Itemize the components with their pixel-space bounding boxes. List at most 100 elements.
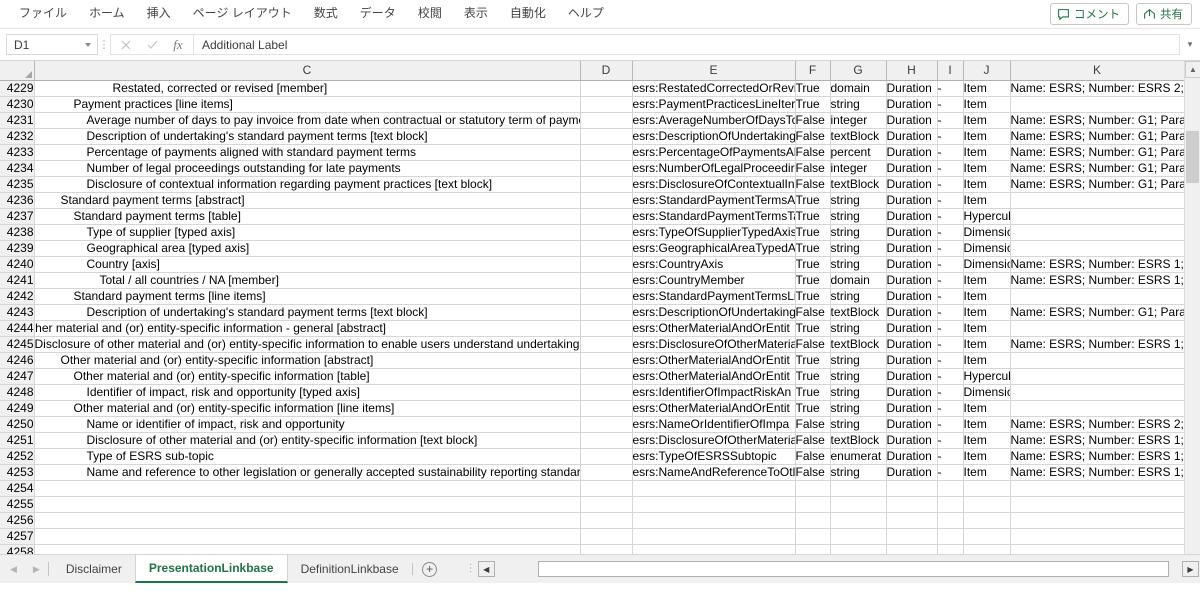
ribbon-tab-page-layout[interactable]: ページ レイアウト [182,1,303,27]
cell-F4257[interactable] [795,528,831,545]
row-header[interactable]: 4246 [0,352,35,369]
cell-G4256[interactable] [830,512,887,529]
row-header[interactable]: 4239 [0,240,35,257]
cell-K4251[interactable]: Name: ESRS; Number: ESRS 1; Par [1010,432,1185,449]
cell-F4230[interactable]: True [795,96,831,113]
cell-C4236[interactable]: Standard payment terms [abstract] [34,192,581,209]
cancel-icon[interactable] [113,35,139,54]
cell-D4229[interactable] [580,80,633,97]
cell-E4249[interactable]: esrs:OtherMaterialAndOrEntit [632,400,796,417]
cell-D4254[interactable] [580,480,633,497]
cell-D4236[interactable] [580,192,633,209]
cell-H4234[interactable]: Duration [886,160,938,177]
cell-H4246[interactable]: Duration [886,352,938,369]
cell-K4248[interactable] [1010,384,1185,401]
chevron-down-icon[interactable] [85,42,91,47]
cell-F4241[interactable]: True [795,272,831,289]
cell-D4251[interactable] [580,432,633,449]
row-header[interactable]: 4241 [0,272,35,289]
cell-E4251[interactable]: esrs:DisclosureOfOtherMateria [632,432,796,449]
cell-E4253[interactable]: esrs:NameAndReferenceToOtl [632,464,796,481]
cell-E4252[interactable]: esrs:TypeOfESRSSubtopic [632,448,796,465]
cell-K4253[interactable]: Name: ESRS; Number: ESRS 1; Par [1010,464,1185,481]
cell-D4231[interactable] [580,112,633,129]
cell-J4250[interactable]: Item [963,416,1011,433]
cell-K4240[interactable]: Name: ESRS; Number: ESRS 1; Par [1010,256,1185,273]
cell-C4231[interactable]: Average number of days to pay invoice fr… [34,112,581,129]
cell-D4241[interactable] [580,272,633,289]
cell-C4230[interactable]: Payment practices [line items] [34,96,581,113]
cell-D4230[interactable] [580,96,633,113]
row-header[interactable]: 4257 [0,528,35,545]
column-header-H[interactable]: H [886,61,938,81]
cell-H4229[interactable]: Duration [886,80,938,97]
cell-H4251[interactable]: Duration [886,432,938,449]
cell-G4255[interactable] [830,496,887,513]
cell-E4246[interactable]: esrs:OtherMaterialAndOrEntit [632,352,796,369]
cell-C4256[interactable] [34,512,581,529]
cell-F4249[interactable]: True [795,400,831,417]
cell-C4247[interactable]: Other material and (or) entity-specific … [34,368,581,385]
cell-K4245[interactable]: Name: ESRS; Number: ESRS 1; Par [1010,336,1185,353]
cell-H4239[interactable]: Duration [886,240,938,257]
cell-H4236[interactable]: Duration [886,192,938,209]
cell-I4258[interactable] [937,544,964,554]
cell-F4238[interactable]: True [795,224,831,241]
cell-F4248[interactable]: True [795,384,831,401]
horizontal-scroll-track[interactable] [495,561,1181,577]
cell-E4256[interactable] [632,512,796,529]
cell-H4245[interactable]: Duration [886,336,938,353]
cell-D4235[interactable] [580,176,633,193]
cell-J4242[interactable]: Item [963,288,1011,305]
row-header[interactable]: 4254 [0,480,35,497]
cell-I4251[interactable]: - [937,432,964,449]
cell-K4249[interactable] [1010,400,1185,417]
cell-F4233[interactable]: False [795,144,831,161]
row-header[interactable]: 4235 [0,176,35,193]
formula-input[interactable]: Additional Label [193,34,1180,55]
cell-C4246[interactable]: Other material and (or) entity-specific … [34,352,581,369]
cell-I4257[interactable] [937,528,964,545]
cell-F4237[interactable]: True [795,208,831,225]
cell-J4249[interactable]: Item [963,400,1011,417]
cell-D4253[interactable] [580,464,633,481]
row-header[interactable]: 4256 [0,512,35,529]
cell-F4240[interactable]: True [795,256,831,273]
cell-H4235[interactable]: Duration [886,176,938,193]
row-header[interactable]: 4242 [0,288,35,305]
cell-J4231[interactable]: Item [963,112,1011,129]
cell-I4245[interactable]: - [937,336,964,353]
row-header[interactable]: 4251 [0,432,35,449]
row-header[interactable]: 4238 [0,224,35,241]
sheet-tab-definitionlinkbase[interactable]: DefinitionLinkbase [287,555,412,583]
cell-C4244[interactable]: Other material and (or) entity-specific … [34,320,581,337]
cell-J4244[interactable]: Item [963,320,1011,337]
column-header-C[interactable]: C [34,61,581,81]
cell-H4230[interactable]: Duration [886,96,938,113]
cell-K4256[interactable] [1010,512,1185,529]
cell-H4252[interactable]: Duration [886,448,938,465]
cell-I4253[interactable]: - [937,464,964,481]
cell-J4258[interactable] [963,544,1011,554]
cell-G4250[interactable]: string [830,416,887,433]
cell-D4232[interactable] [580,128,633,145]
cell-H4256[interactable] [886,512,938,529]
cell-E4241[interactable]: esrs:CountryMember [632,272,796,289]
cell-F4231[interactable]: False [795,112,831,129]
ribbon-tab-home[interactable]: ホーム [78,1,136,27]
column-header-J[interactable]: J [963,61,1011,81]
cell-D4238[interactable] [580,224,633,241]
cell-C4250[interactable]: Name or identifier of impact, risk and o… [34,416,581,433]
cell-D4247[interactable] [580,368,633,385]
cell-C4254[interactable] [34,480,581,497]
cell-E4242[interactable]: esrs:StandardPaymentTermsLi [632,288,796,305]
row-header[interactable]: 4249 [0,400,35,417]
row-header[interactable]: 4243 [0,304,35,321]
cell-J4235[interactable]: Item [963,176,1011,193]
sheet-tab-presentationlinkbase[interactable]: PresentationLinkbase [134,554,288,583]
cell-G4234[interactable]: integer [830,160,887,177]
cell-E4233[interactable]: esrs:PercentageOfPaymentsAl [632,144,796,161]
cell-K4229[interactable]: Name: ESRS; Number: ESRS 2; Par [1010,80,1185,97]
cell-E4238[interactable]: esrs:TypeOfSupplierTypedAxis [632,224,796,241]
cell-E4235[interactable]: esrs:DisclosureOfContextualIn [632,176,796,193]
